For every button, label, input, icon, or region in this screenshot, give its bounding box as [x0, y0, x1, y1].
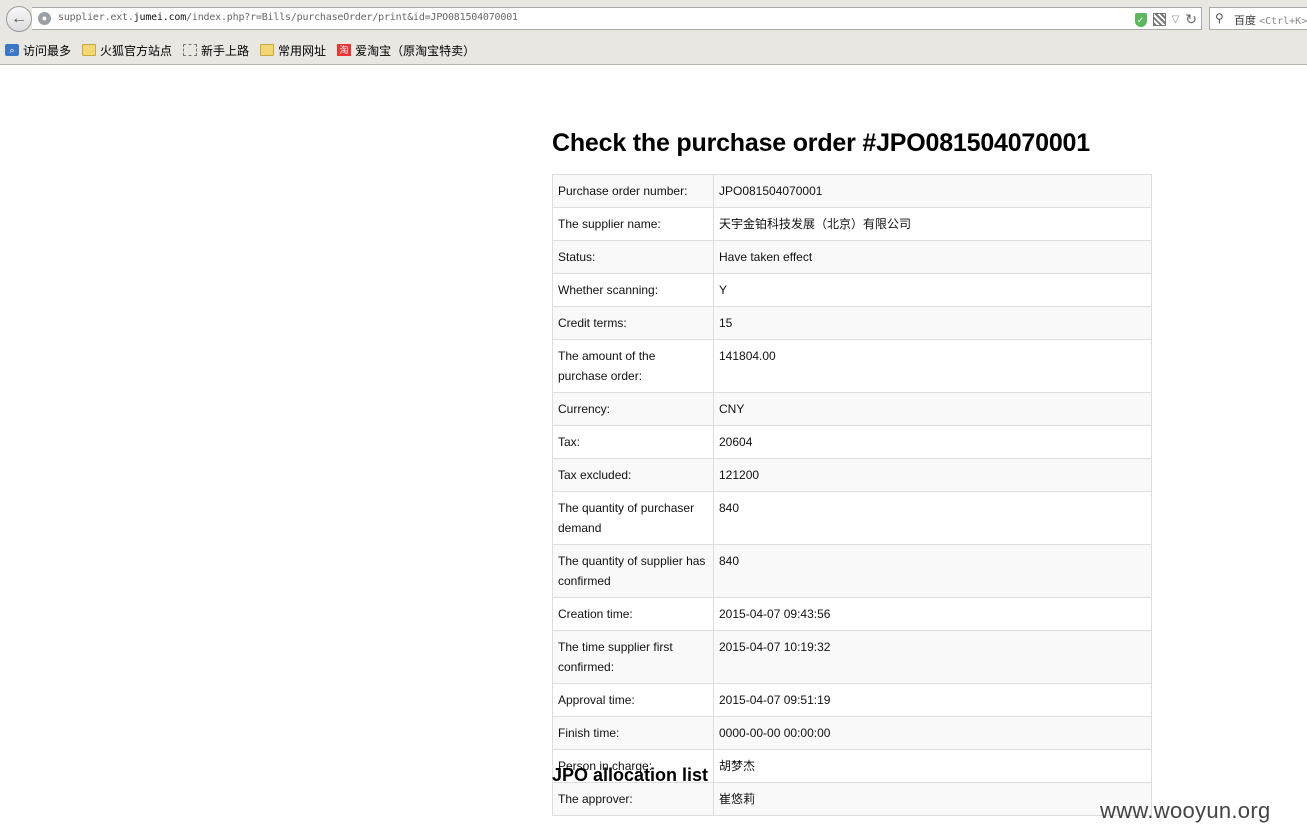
row-label: Credit terms:: [552, 306, 714, 340]
row-label: Creation time:: [552, 597, 714, 631]
taobao-icon: 淘: [337, 44, 352, 56]
row-value: 2015-04-07 09:51:19: [713, 683, 1152, 717]
most-visited-icon: ⌕: [5, 44, 19, 56]
bookmark-common-sites[interactable]: 常用网址: [260, 42, 326, 59]
row-value: 121200: [713, 458, 1152, 492]
page-content: Check the purchase order #JPO08150407000…: [0, 65, 1307, 823]
shield-icon[interactable]: ✓: [1134, 12, 1147, 27]
row-value: JPO081504070001: [713, 174, 1152, 208]
folder-icon: [82, 44, 97, 56]
table-row: Finish time: 0000-00-00 00:00:00: [552, 716, 1152, 750]
allocation-list-heading: JPO allocation list: [552, 765, 709, 785]
bookmark-label: 爱淘宝（原淘宝特卖）: [355, 43, 476, 58]
back-button[interactable]: ←: [6, 6, 32, 32]
row-value: 天宇金铂科技发展（北京）有限公司: [713, 207, 1152, 241]
folder-icon: [260, 44, 275, 56]
row-label: Approval time:: [552, 683, 714, 717]
url-action-icons: ✓ ▽ ↻: [1134, 11, 1197, 28]
bookmark-getting-started[interactable]: 新手上路: [183, 42, 249, 59]
bookmarks-toolbar: ⌕ 访问最多 火狐官方站点 新手上路 常用网址 淘爱淘宝（原淘宝特卖）: [0, 40, 481, 60]
bookmark-label: 新手上路: [201, 43, 250, 58]
row-value: 2015-04-07 09:43:56: [713, 597, 1152, 631]
dropdown-arrow-icon[interactable]: ▽: [1172, 14, 1180, 25]
row-value: 141804.00: [713, 339, 1152, 393]
table-row: The supplier name: 天宇金铂科技发展（北京）有限公司: [552, 207, 1152, 241]
row-label: Currency:: [552, 392, 714, 426]
url-text[interactable]: supplier.ext.jumei.com/index.php?r=Bills…: [58, 12, 518, 23]
row-label: Tax excluded:: [552, 458, 714, 492]
row-value: 840: [713, 491, 1152, 545]
row-value: 胡梦杰: [713, 749, 1152, 783]
table-row: Creation time: 2015-04-07 09:43:56: [552, 597, 1152, 631]
search-shortcut-hint: <Ctrl+K>: [1259, 16, 1307, 27]
row-value: 崔悠莉: [713, 782, 1152, 816]
bookmark-most-visited[interactable]: ⌕ 访问最多: [5, 42, 71, 59]
row-value: 0000-00-00 00:00:00: [713, 716, 1152, 750]
bookmark-firefox-official[interactable]: 火狐官方站点: [82, 42, 172, 59]
row-label: Purchase order number:: [552, 174, 714, 208]
row-value: Have taken effect: [713, 240, 1152, 274]
url-prefix: supplier.ext.: [58, 12, 134, 23]
reload-icon[interactable]: ↻: [1185, 11, 1197, 28]
row-label: Tax:: [552, 425, 714, 459]
purchase-order-rows: Purchase order number: JPO081504070001 The…: [552, 174, 1152, 816]
watermark: www.wooyun.org: [1100, 798, 1271, 823]
browser-chrome: ← ● supplier.ext.jumei.com/index.php?r=B…: [0, 0, 1307, 65]
address-bar[interactable]: ● supplier.ext.jumei.com/index.php?r=Bil…: [32, 7, 1202, 30]
arrow-left-icon: ←: [11, 10, 27, 27]
qr-code-icon[interactable]: [1152, 13, 1166, 26]
bookmark-ai-taobao[interactable]: 淘爱淘宝（原淘宝特卖）: [337, 42, 475, 59]
table-row: The quantity of purchaser demand 840: [552, 491, 1152, 545]
search-engine-name: 百度: [1234, 15, 1256, 27]
table-row: Tax excluded: 121200: [552, 458, 1152, 492]
row-label: Finish time:: [552, 716, 714, 750]
bookmark-label: 访问最多: [23, 43, 72, 58]
table-row: The quantity of supplier has confirmed 84…: [552, 544, 1152, 598]
navigation-toolbar: ← ● supplier.ext.jumei.com/index.php?r=B…: [0, 0, 1307, 36]
row-value: 840: [713, 544, 1152, 598]
table-row: Credit terms: 15: [552, 306, 1152, 340]
url-path: /index.php?r=Bills/purchaseOrder/print&i…: [186, 12, 518, 23]
table-row: The amount of the purchase order: 141804.…: [552, 339, 1152, 393]
row-label: The approver:: [552, 782, 714, 816]
bookmark-label: 常用网址: [278, 43, 327, 58]
row-label: Whether scanning:: [552, 273, 714, 307]
row-value: 15: [713, 306, 1152, 340]
table-row: Whether scanning: Y: [552, 273, 1152, 307]
table-row: The approver: 崔悠莉: [552, 782, 1152, 816]
page-title: Check the purchase order #JPO08150407000…: [552, 129, 1090, 157]
table-row: Status: Have taken effect: [552, 240, 1152, 274]
search-bar[interactable]: ⚲ 百度 <Ctrl+K>: [1209, 7, 1307, 30]
blank-page-icon: [183, 44, 198, 56]
row-label: The quantity of supplier has confirmed: [552, 544, 714, 598]
row-label: The quantity of purchaser demand: [552, 491, 714, 545]
row-value: 20604: [713, 425, 1152, 459]
purchase-order-table: Purchase order number: JPO081504070001 The…: [552, 174, 1152, 816]
row-label: The amount of the purchase order:: [552, 339, 714, 393]
row-value: 2015-04-07 10:19:32: [713, 630, 1152, 684]
search-icon: ⚲: [1215, 11, 1224, 25]
table-row: Tax: 20604: [552, 425, 1152, 459]
table-row: Purchase order number: JPO081504070001: [552, 174, 1152, 208]
table-row: Currency: CNY: [552, 392, 1152, 426]
row-value: CNY: [713, 392, 1152, 426]
table-row: Approval time: 2015-04-07 09:51:19: [552, 683, 1152, 717]
search-placeholder: 百度 <Ctrl+K>: [1234, 12, 1307, 28]
row-label: The time supplier first confirmed:: [552, 630, 714, 684]
row-label: The supplier name:: [552, 207, 714, 241]
table-row: The time supplier first confirmed: 2015-0…: [552, 630, 1152, 684]
globe-icon: ●: [38, 12, 51, 25]
row-label: Status:: [552, 240, 714, 274]
row-value: Y: [713, 273, 1152, 307]
bookmark-label: 火狐官方站点: [100, 43, 173, 58]
url-domain: jumei.com: [133, 12, 187, 23]
